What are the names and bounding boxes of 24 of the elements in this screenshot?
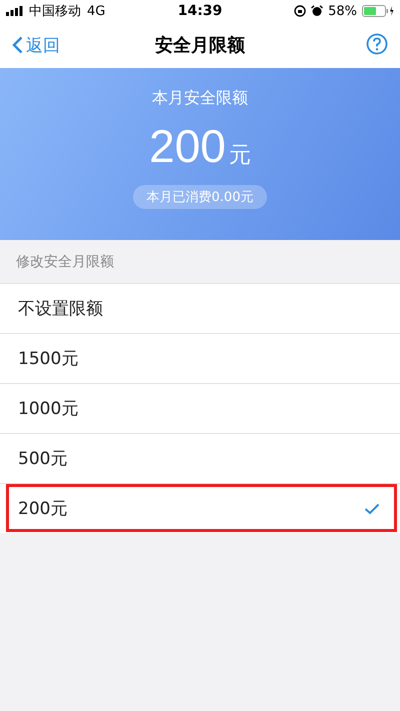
limit-option[interactable]: 200元 — [0, 483, 400, 533]
limit-option[interactable]: 500元 — [0, 433, 400, 483]
clock-time: 14:39 — [178, 3, 222, 19]
network-type: 4G — [87, 4, 106, 18]
spent-pill: 本月已消费0.00元 — [132, 185, 268, 209]
limit-option[interactable]: 1500元 — [0, 333, 400, 383]
currency-unit: 元 — [228, 142, 251, 170]
limit-option[interactable]: 1000元 — [0, 383, 400, 433]
help-button[interactable] — [366, 32, 388, 58]
section-header: 修改安全月限额 — [16, 252, 114, 270]
back-button[interactable]: 返回 — [12, 34, 155, 56]
rotation-lock-icon — [294, 5, 306, 17]
carrier-name: 中国移动 — [29, 3, 81, 20]
help-icon — [366, 32, 388, 54]
limit-amount: 200 — [149, 119, 226, 173]
chevron-left-icon — [12, 36, 23, 54]
limit-option[interactable]: 不设置限额 — [0, 283, 400, 333]
alarm-icon — [311, 5, 324, 17]
checkmark-icon — [364, 502, 380, 514]
battery-percent: 58% — [328, 4, 358, 18]
battery-icon — [362, 5, 394, 17]
signal-icon — [6, 6, 23, 16]
page-title: 安全月限额 — [155, 34, 245, 57]
banner-label: 本月安全限额 — [152, 88, 248, 109]
